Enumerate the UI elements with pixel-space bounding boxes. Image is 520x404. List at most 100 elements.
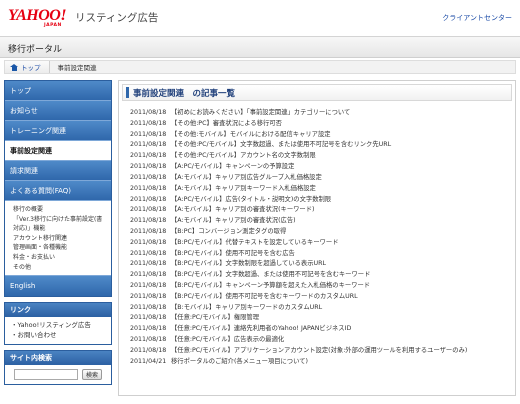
site-search-button[interactable]: 検索: [82, 369, 102, 381]
article-row: 2011/08/18 【B:PC/モバイル】キャンペーン予算額を超えた入札価格のキ…: [130, 281, 512, 292]
article-date: 2011/08/18: [130, 119, 167, 127]
article-date: 2011/08/18: [130, 195, 167, 203]
article-date: 2011/08/18: [130, 346, 167, 354]
sidebar-item-training[interactable]: トレーニング関連: [5, 121, 111, 141]
logo-text: YAHOO!: [8, 7, 67, 24]
subnav-item-admin-screen[interactable]: 管理画面・各種機能: [13, 243, 111, 253]
article-link[interactable]: 【B:PC】コンバージョン測定タグの取得: [171, 227, 286, 238]
sidebar-item-top[interactable]: トップ: [5, 81, 111, 101]
article-row: 2011/08/18 【B:PC/モバイル】使用不可記号を含む広告: [130, 249, 512, 260]
article-date: 2011/08/18: [130, 163, 167, 171]
sidebar-nav: トップ お知らせ トレーニング関連 事前設定関連 請求関連 よくある質問(FAQ…: [4, 80, 112, 298]
site-header: YAHOO! JAPAN リスティング広告 クライアントセンター: [0, 0, 520, 34]
article-row: 2011/08/18 【A:モバイル】キャリア別広告グループ入札価格設定: [130, 173, 512, 184]
article-row: 2011/08/18 【A:PC/モバイル】広告(タイトル・説明文)の文字数制限: [130, 195, 512, 206]
header-accent-bar: [126, 87, 129, 98]
portal-title: 移行ポータル: [8, 45, 63, 55]
article-row: 2011/08/18 【任意:PC/モバイル】権限管理: [130, 313, 512, 324]
client-center-link[interactable]: クライアントセンター: [442, 13, 512, 23]
breadcrumb-home[interactable]: トップ: [5, 61, 50, 73]
article-row: 2011/08/18 【B:PC/モバイル】文字数制限を超過している表示URL: [130, 259, 512, 270]
article-link[interactable]: 【任意:PC/モバイル】連絡先利用者のYahoo! JAPANビジネスID: [171, 324, 351, 335]
sidebar: トップ お知らせ トレーニング関連 事前設定関連 請求関連 よくある質問(FAQ…: [4, 80, 112, 386]
subnav-item-pre-setting-feature[interactable]: 「Ver.3移行に向けた事前設定(書: [13, 215, 111, 225]
article-link[interactable]: 【A:モバイル】キャリア別広告グループ入札価格設定: [171, 173, 322, 184]
article-row: 2011/08/18 【A:PC/モバイル】キャンペーンの予算設定: [130, 162, 512, 173]
article-date: 2011/08/18: [130, 141, 167, 149]
article-row: 2011/08/18 【その他:モバイル】モバイルにおける配信キャリア設定: [130, 130, 512, 141]
article-date: 2011/08/18: [130, 217, 167, 225]
breadcrumb-current: 事前設定関連: [57, 64, 97, 72]
article-date: 2011/08/18: [130, 303, 167, 311]
sidebar-item-faq[interactable]: よくある質問(FAQ): [5, 181, 111, 201]
article-row: 2011/08/18 【B:PC/モバイル】代替テキストを設定しているキーワード: [130, 238, 512, 249]
home-icon: [10, 63, 18, 71]
article-link[interactable]: 【B:PC/モバイル】文字数超過、または使用不可記号を含むキーワード: [171, 270, 370, 281]
site-search-box: サイト内検索 検索: [4, 350, 112, 386]
link-yahoo-listing[interactable]: ・Yahoo!リスティング広告: [11, 320, 106, 330]
subnav-item-account-migration[interactable]: アカウント移行関連: [13, 234, 111, 244]
sidebar-item-english[interactable]: English: [5, 276, 111, 297]
article-date: 2011/08/18: [130, 282, 167, 289]
article-link[interactable]: 【初めにお読みください】「事前設定関連」カテゴリーについて: [171, 108, 350, 119]
article-row: 2011/08/18 【初めにお読みください】「事前設定関連」カテゴリーについて: [130, 108, 512, 119]
article-link[interactable]: 【その他:モバイル】モバイルにおける配信キャリア設定: [171, 130, 331, 141]
article-link[interactable]: 【A:モバイル】キャリア別キーワード入札価格設定: [171, 184, 316, 195]
article-date: 2011/08/18: [130, 249, 167, 257]
article-link[interactable]: 【B:PC/モバイル】使用不可記号を含むキーワードのカスタムURL: [171, 292, 358, 303]
article-date: 2011/08/18: [130, 173, 167, 181]
article-link[interactable]: 【その他:PC/モバイル】アカウント名の文字数制限: [171, 151, 316, 162]
links-box-title: リンク: [5, 303, 111, 318]
main-content: 事前設定関連 の記事一覧 2011/08/18 【初めにお読みください】「事前設定…: [118, 80, 516, 396]
article-link[interactable]: 【B:PC/モバイル】キャンペーン予算額を超えた入札価格のキーワード: [171, 281, 370, 292]
article-link[interactable]: 【A:モバイル】キャリア別の審査状況(キーワード): [171, 205, 314, 216]
yahoo-japan-logo[interactable]: YAHOO! JAPAN: [8, 7, 67, 29]
article-link[interactable]: 【B:モバイル】キャリア別キーワードのカスタムURL: [171, 303, 322, 314]
site-search-input[interactable]: [14, 369, 78, 381]
sidebar-item-pre-settings[interactable]: 事前設定関連: [5, 141, 111, 161]
article-list: 2011/08/18 【初めにお読みください】「事前設定関連」カテゴリーについて 2…: [130, 108, 512, 368]
article-link[interactable]: 【A:モバイル】キャリア別の審査状況(広告): [171, 216, 296, 227]
article-date: 2011/08/18: [130, 292, 167, 300]
link-contact[interactable]: ・お問い合わせ: [11, 330, 106, 340]
subnav-item-pre-setting-feature-cont[interactable]: 対応)」機能: [13, 224, 111, 234]
sidebar-item-news[interactable]: お知らせ: [5, 101, 111, 121]
article-date: 2011/08/18: [130, 271, 167, 279]
portal-title-bar: 移行ポータル: [0, 36, 520, 58]
article-date: 2011/04/21: [130, 357, 167, 365]
article-row: 2011/08/18 【B:モバイル】キャリア別キーワードのカスタムURL: [130, 303, 512, 314]
article-row: 2011/08/18 【任意:PC/モバイル】連絡先利用者のYahoo! JAPA…: [130, 324, 512, 335]
subnav-item-fees[interactable]: 料金・お支払い: [13, 253, 111, 263]
article-link[interactable]: 【任意:PC/モバイル】広告表示の最適化: [171, 335, 284, 346]
breadcrumb-home-label: トップ: [21, 64, 41, 72]
article-link[interactable]: 【B:PC/モバイル】使用不可記号を含む広告: [171, 249, 295, 260]
article-link[interactable]: 移行ポータルのご紹介(各メニュー項目について): [171, 357, 308, 368]
article-link[interactable]: 【その他:PC/モバイル】文字数超過、または使用不可記号を含むリンク先URL: [171, 140, 391, 151]
article-row: 2011/08/18 【その他:PC/モバイル】文字数超過、または使用不可記号を含…: [130, 140, 512, 151]
article-date: 2011/08/18: [130, 184, 167, 192]
article-date: 2011/08/18: [130, 227, 167, 235]
subnav-item-other[interactable]: その他: [13, 263, 111, 273]
logo-subtext: JAPAN: [44, 23, 62, 28]
article-date: 2011/08/18: [130, 325, 167, 333]
article-date: 2011/08/18: [130, 206, 167, 214]
article-row: 2011/08/18 【その他:PC】審査状況による移行可否: [130, 119, 512, 130]
article-link[interactable]: 【A:PC/モバイル】広告(タイトル・説明文)の文字数制限: [171, 195, 331, 206]
article-date: 2011/08/18: [130, 314, 167, 322]
sidebar-item-billing[interactable]: 請求関連: [5, 161, 111, 181]
article-row: 2011/08/18 【B:PC/モバイル】文字数超過、または使用不可記号を含むキ…: [130, 270, 512, 281]
subnav-item-overview[interactable]: 移行の概要: [13, 205, 111, 215]
article-row: 2011/08/18 【任意:PC/モバイル】広告表示の最適化: [130, 335, 512, 346]
article-list-title: 事前設定関連 の記事一覧: [133, 88, 236, 99]
article-row: 2011/08/18 【A:モバイル】キャリア別の審査状況(キーワード): [130, 205, 512, 216]
article-link[interactable]: 【A:PC/モバイル】キャンペーンの予算設定: [171, 162, 294, 173]
article-date: 2011/08/18: [130, 109, 167, 116]
article-link[interactable]: 【任意:PC/モバイル】アプリケーションアカウント設定(対象:外部の運用ツールを…: [171, 346, 467, 357]
article-link[interactable]: 【B:PC/モバイル】代替テキストを設定しているキーワード: [171, 238, 339, 249]
faq-subnav: 移行の概要 「Ver.3移行に向けた事前設定(書 対応)」機能 アカウント移行関…: [5, 201, 111, 277]
article-link[interactable]: 【任意:PC/モバイル】権限管理: [171, 313, 259, 324]
article-link[interactable]: 【その他:PC】審査状況による移行可否: [171, 119, 282, 130]
article-link[interactable]: 【B:PC/モバイル】文字数制限を超過している表示URL: [171, 259, 326, 270]
links-box: リンク ・Yahoo!リスティング広告 ・お問い合わせ: [4, 302, 112, 346]
article-row: 2011/08/18 【B:PC/モバイル】使用不可記号を含むキーワードのカスタム…: [130, 292, 512, 303]
